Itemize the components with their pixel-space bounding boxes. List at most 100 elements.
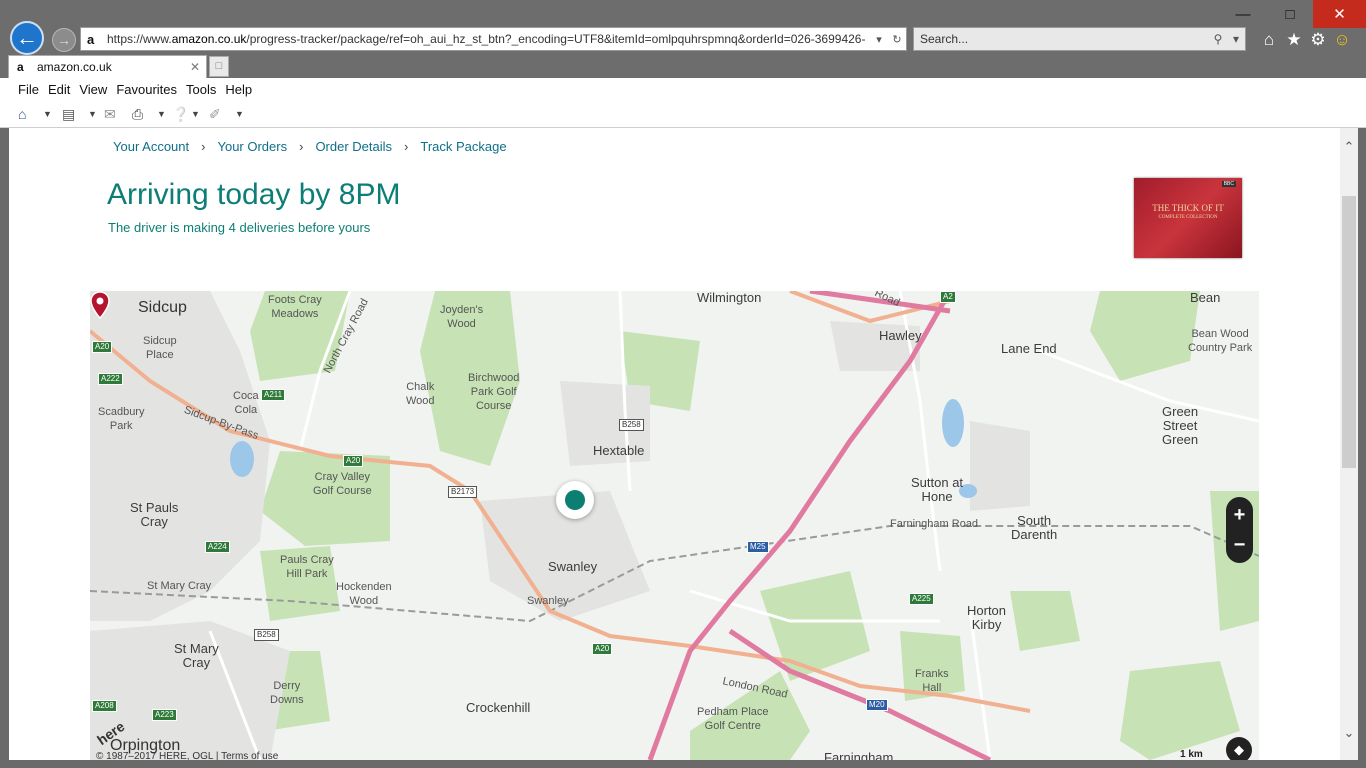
command-bar: ⌂ ▼ ▤ ▼ ✉ ⎙ ▼ ❔ ▼ ✐ ▼ [0,100,1366,128]
place-farningham: Farningham [824,750,894,761]
menu-edit[interactable]: Edit [48,82,70,97]
favourites-star-icon[interactable]: ★ [1284,30,1304,50]
menu-view[interactable]: View [79,82,107,97]
destination-pin-icon[interactable] [90,291,110,319]
feedback-smiley-icon[interactable]: ☺ [1332,30,1352,50]
crumb-separator-icon: › [404,139,409,154]
close-window-button[interactable]: ✕ [1313,0,1366,28]
crumb-order-details[interactable]: Order Details [315,139,392,154]
shield-m20: M20 [866,699,888,711]
crumb-separator-icon: › [201,139,206,154]
place-foots-cray-meadows: Foots Cray Meadows [268,294,322,320]
tracking-map[interactable]: Sidcup Foots Cray Meadows North Cray Roa… [90,291,1259,760]
refresh-icon[interactable]: ↻ [888,33,906,46]
home-dropdown-icon[interactable]: ▼ [43,105,52,123]
station-farningham-road: Farningham Road [890,518,979,530]
crumb-track-package[interactable]: Track Package [420,139,506,154]
place-bean: Bean [1190,291,1221,305]
product-logo: BBC [1221,181,1236,187]
shield-a211: A211 [261,389,286,401]
forward-arrow-icon: → [57,32,71,48]
breadcrumb: Your Account › Your Orders › Order Detai… [113,139,507,154]
shield-b258: B258 [619,419,644,431]
place-south-darenth: South Darenth [1011,513,1058,542]
place-birchwood-golf: Birchwood Park Golf Course [468,372,520,412]
window-edge [1358,128,1366,768]
place-horton-kirby: Horton Kirby [967,603,1007,632]
place-st-pauls-cray: St Pauls Cray [130,500,179,529]
place-hawley: Hawley [879,328,922,343]
menu-file[interactable]: File [18,82,39,97]
product-subtitle: COMPLETE COLLECTION [1158,215,1218,220]
tab-title: amazon.co.uk [37,60,112,74]
address-dropdown-icon[interactable]: ▾ [870,33,888,46]
product-thumbnail[interactable]: BBC THE THICK OF IT COMPLETE COLLECTION [1134,178,1242,258]
shield-a224: A224 [205,541,230,553]
search-dropdown-icon[interactable]: ▾ [1227,32,1245,46]
help-icon[interactable]: ❔ [172,105,189,123]
place-cray-valley-golf: Cray Valley Golf Course [313,471,372,497]
terms-of-use-link[interactable]: Terms of use [221,751,278,760]
url-text[interactable]: https://www.amazon.co.uk/progress-tracke… [107,32,870,46]
minimize-button[interactable]: — [1220,0,1266,28]
place-derry-downs: Derry Downs [270,680,304,706]
home-icon[interactable]: ⌂ [1259,30,1279,50]
shield-a223: A223 [152,709,177,721]
shield-a2: A2 [940,291,956,303]
zoom-out-button[interactable]: − [1226,530,1253,560]
new-tab-button[interactable]: □ [209,56,229,77]
crumb-separator-icon: › [299,139,304,154]
search-icon[interactable]: ⚲ [1209,32,1227,46]
place-chalk-wood: Chalk Wood [406,381,435,407]
forward-button[interactable]: → [52,28,76,52]
address-bar[interactable]: a https://www.amazon.co.uk/progress-trac… [80,27,907,51]
feeds-icon[interactable]: ▤ [62,105,75,123]
page-content: Your Account › Your Orders › Order Detai… [9,128,1340,760]
maximize-button[interactable]: □ [1267,0,1313,28]
browser-chrome: — □ ✕ ← → a https://www.amazon.co.uk/pro… [0,0,1366,78]
tools-dropdown-icon[interactable]: ▼ [235,105,244,123]
shield-a222: A222 [98,373,123,385]
shield-a20-2: A20 [343,455,364,467]
back-button[interactable]: ← [10,21,44,55]
close-tab-icon[interactable]: ✕ [190,60,206,74]
zoom-in-button[interactable]: + [1226,500,1253,530]
shield-a20-3: A20 [592,643,613,655]
search-box[interactable]: Search... ⚲ ▾ [913,27,1246,51]
place-bean-wood: Bean Wood Country Park [1188,328,1253,354]
scroll-up-icon[interactable]: ⌃ [1340,140,1358,154]
driver-location-marker[interactable] [556,481,594,519]
place-sidcup-place: Sidcup Place [143,335,177,361]
map-zoom-control: + − [1226,497,1253,563]
pen-tool-icon[interactable]: ✐ [209,105,221,123]
menu-help[interactable]: Help [225,82,252,97]
scroll-thumb[interactable] [1342,196,1356,468]
tab-favicon-icon: a [17,60,24,74]
amazon-favicon-icon: a [87,31,95,47]
copyright-text: © 1987–2017 HERE, OGL | [96,751,219,760]
print-icon[interactable]: ⎙ [132,105,143,123]
page-scrollbar[interactable]: ⌃ ⌄ [1340,128,1358,760]
arrival-headline: Arriving today by 8PM [107,178,401,211]
menu-tools[interactable]: Tools [186,82,216,97]
place-wilmington: Wilmington [697,291,762,305]
crumb-your-account[interactable]: Your Account [113,139,189,154]
map-layers-button[interactable]: ◆ [1226,737,1252,760]
scroll-down-icon[interactable]: ⌄ [1340,726,1358,740]
place-joydens-wood: Joyden's Wood [440,304,484,330]
crumb-your-orders[interactable]: Your Orders [217,139,287,154]
product-title: THE THICK OF IT [1152,203,1224,213]
home-page-icon[interactable]: ⌂ [18,105,26,123]
mail-icon[interactable]: ✉ [104,105,116,123]
settings-gear-icon[interactable]: ⚙ [1308,30,1328,50]
print-dropdown-icon[interactable]: ▼ [157,105,166,123]
menu-favourites[interactable]: Favourites [116,82,177,97]
place-green-street-green: Green Street Green [1162,404,1199,447]
help-dropdown-icon[interactable]: ▼ [191,105,200,123]
place-lane-end: Lane End [1001,341,1057,356]
feeds-dropdown-icon[interactable]: ▼ [88,105,97,123]
place-swanley: Swanley [548,559,598,574]
browser-tab[interactable]: a amazon.co.uk ✕ [8,55,207,78]
url-domain: amazon.co.uk [171,32,247,46]
menu-bar: File Edit View Favourites Tools Help [0,78,1366,100]
